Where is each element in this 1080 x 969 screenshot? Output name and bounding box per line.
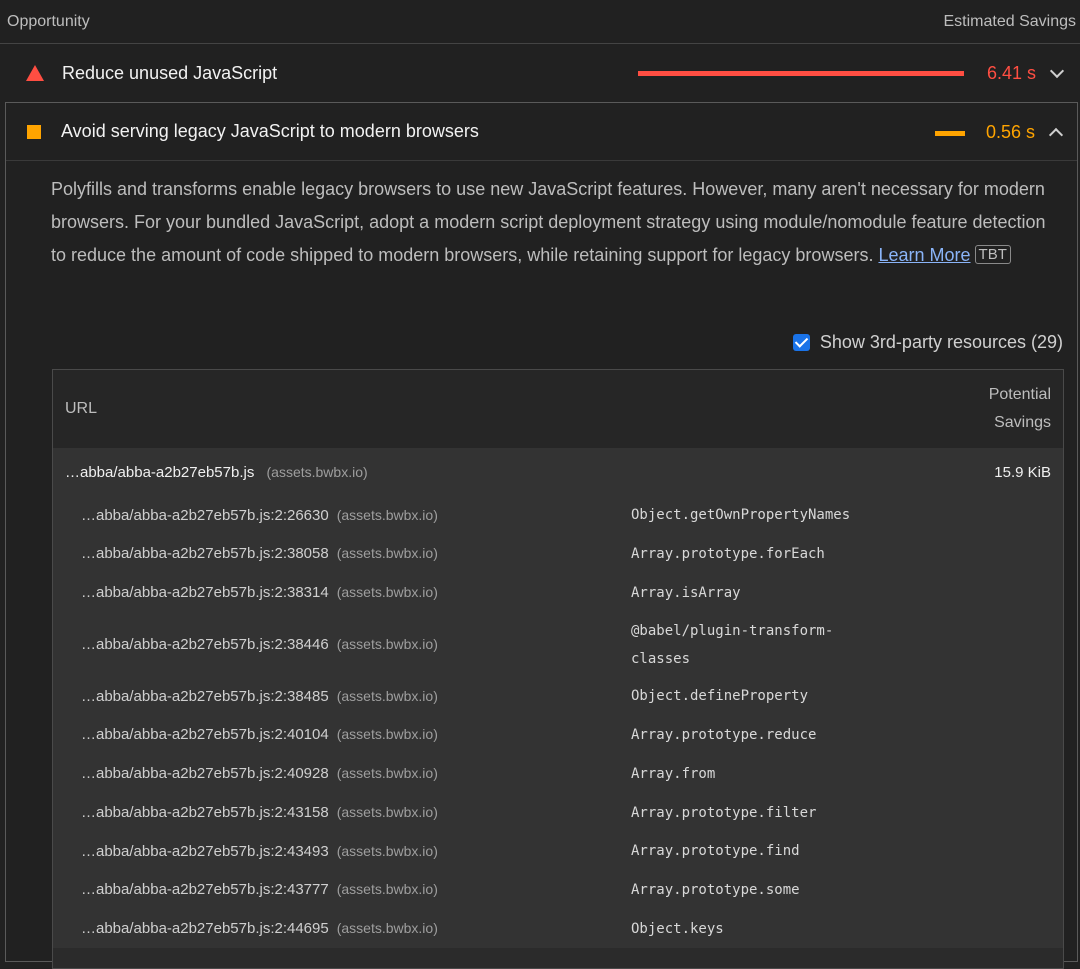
potential-savings-column-header: Potential Savings	[988, 386, 1051, 431]
opportunity-header: Opportunity Estimated Savings	[0, 0, 1080, 44]
table-row: …abba/abba-a2b27eb57b.js:2:38314 (assets.…	[53, 573, 1063, 612]
source-location[interactable]: …abba/abba-a2b27eb57b.js:2:43493	[81, 843, 329, 860]
source-host: (assets.bwbx.io)	[336, 687, 438, 704]
source-host: (assets.bwbx.io)	[336, 881, 438, 897]
audit-reduce-unused-js[interactable]: Reduce unused JavaScript 6.41 s	[0, 44, 1080, 102]
polyfill-signal: Array.prototype.forEach	[631, 545, 825, 562]
source-location[interactable]: …abba/abba-a2b27eb57b.js:2:40928	[81, 765, 329, 782]
audit-title: Reduce unused JavaScript	[62, 62, 278, 83]
tbt-tag: TBT	[974, 245, 1011, 264]
source-host: (assets.bwbx.io)	[336, 920, 438, 936]
source-location[interactable]: …abba/abba-a2b27eb57b.js:2:43158	[81, 804, 329, 821]
audit-title: Avoid serving legacy JavaScript to moder…	[61, 121, 479, 141]
resource-host: (assets.bwbx.io)	[266, 463, 368, 480]
table-row: …abba/abba-a2b27eb57b.js:2:38485 (assets.…	[53, 677, 1063, 715]
polyfill-signal: Array.prototype.some	[631, 881, 800, 898]
source-location[interactable]: …abba/abba-a2b27eb57b.js:2:40104	[81, 726, 329, 743]
savings-value: 0.56 s	[985, 122, 1035, 142]
checkbox-checked[interactable]	[792, 334, 810, 351]
table-header: URL Potential Savings	[53, 370, 1063, 448]
audit-legacy-js-expanded: Avoid serving legacy JavaScript to moder…	[5, 102, 1078, 969]
table-row: …abba/abba-a2b27eb57b.js:2:43493 (assets.…	[53, 832, 1063, 870]
chevron-down-icon[interactable]	[1049, 63, 1065, 79]
polyfill-signal: Array.prototype.filter	[631, 804, 817, 821]
details-table: URL Potential Savings …abba/abba-a2b27eb5…	[52, 369, 1064, 969]
polyfill-signal: Object.defineProperty	[631, 688, 809, 704]
table-row: …abba/abba-a2b27eb57b.js:2:40928 (assets.…	[53, 754, 1063, 793]
third-party-label: Show 3rd-party resources (29)	[819, 332, 1063, 352]
url-column-header: URL	[65, 400, 98, 417]
table-row: …abba/abba-a2b27eb57b.js:2:38058 (assets.…	[53, 534, 1063, 573]
polyfill-signal: Array.isArray	[631, 584, 741, 601]
source-location[interactable]: …abba/abba-a2b27eb57b.js:2:38446	[81, 636, 329, 653]
resource-savings: 15.9 KiB	[994, 463, 1051, 481]
source-location[interactable]: …abba/abba-a2b27eb57b.js:2:44695	[81, 920, 329, 937]
polyfill-signal: Array.prototype.find	[631, 843, 800, 859]
fail-triangle-icon	[26, 65, 44, 81]
source-host: (assets.bwbx.io)	[336, 726, 438, 742]
sub-rows: …abba/abba-a2b27eb57b.js:2:26630 (assets.…	[53, 496, 1063, 948]
table-row: …abba/abba-a2b27eb57b.js:2:40104 (assets.…	[53, 715, 1063, 754]
table-row: …abba/abba-a2b27eb57b.js:2:43158 (assets.…	[53, 793, 1063, 832]
polyfill-signal: Object.keys	[631, 920, 724, 937]
third-party-toggle[interactable]: Show 3rd-party resources (29)	[792, 332, 1063, 353]
table-row: …abba/abba-a2b27eb57b.js (assets.bwbx.io…	[53, 448, 1063, 496]
source-location[interactable]: …abba/abba-a2b27eb57b.js:2:38058	[81, 545, 329, 562]
table-row: …abba/abba-a2b27eb57b.js:2:38446 (assets.…	[53, 612, 1063, 677]
source-host: (assets.bwbx.io)	[336, 584, 438, 600]
estimated-savings-column-label: Estimated Savings	[943, 12, 1076, 30]
source-location[interactable]: …abba/abba-a2b27eb57b.js:2:43777	[81, 881, 329, 898]
table-row: …abba/abba-a2b27eb57b.js:2:44695 (assets.…	[53, 909, 1063, 948]
savings-bar	[638, 71, 964, 76]
savings-bar	[935, 131, 965, 136]
lighthouse-opportunities-panel: Opportunity Estimated Savings Reduce unu…	[0, 0, 1080, 969]
table-row: …abba/abba-a2b27eb57b.js:2:43777 (assets.…	[53, 870, 1063, 909]
polyfill-signal: Array.prototype.reduce	[631, 726, 817, 743]
opportunity-column-label: Opportunity	[7, 12, 90, 30]
savings-value: 6.41 s	[986, 63, 1036, 83]
resource-url[interactable]: …abba/abba-a2b27eb57b.js	[65, 464, 254, 481]
source-host: (assets.bwbx.io)	[336, 765, 438, 781]
learn-more-link[interactable]: Learn More	[878, 245, 970, 265]
source-host: (assets.bwbx.io)	[336, 842, 438, 859]
source-location[interactable]: …abba/abba-a2b27eb57b.js:2:38314	[81, 584, 329, 601]
source-host: (assets.bwbx.io)	[336, 506, 438, 523]
audit-description: Polyfills and transforms enable legacy b…	[51, 173, 1061, 272]
table-row: …abba/abba-a2b27eb57b.js:2:26630 (assets.…	[53, 496, 1063, 534]
source-host: (assets.bwbx.io)	[336, 545, 438, 561]
source-host: (assets.bwbx.io)	[336, 636, 438, 652]
source-host: (assets.bwbx.io)	[336, 804, 438, 820]
polyfill-signal: Array.from	[631, 765, 716, 782]
polyfill-signal: Object.getOwnPropertyNames	[631, 507, 851, 523]
average-square-icon	[27, 124, 41, 139]
source-location[interactable]: …abba/abba-a2b27eb57b.js:2:38485	[81, 688, 329, 705]
polyfill-signal: @babel/plugin-transform-classes	[631, 622, 834, 667]
chevron-up-icon[interactable]	[1048, 127, 1064, 143]
audit-legacy-js-header[interactable]: Avoid serving legacy JavaScript to moder…	[6, 103, 1077, 161]
source-location[interactable]: …abba/abba-a2b27eb57b.js:2:26630	[81, 507, 329, 524]
